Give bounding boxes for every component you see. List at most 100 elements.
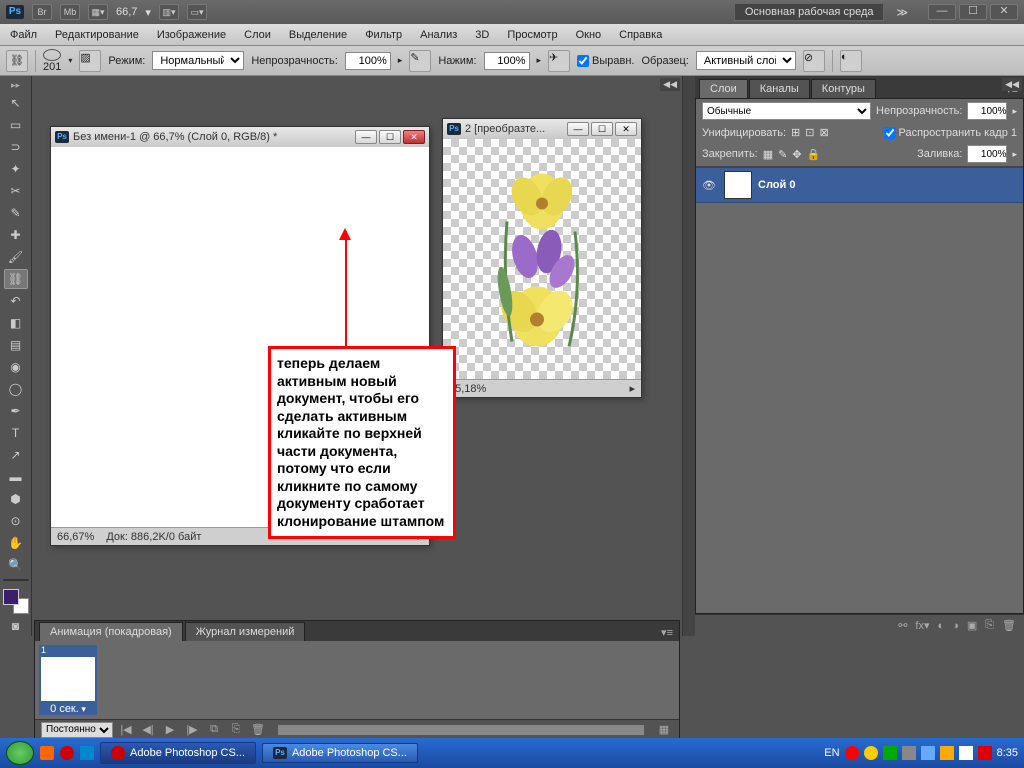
play-icon[interactable]: ▶ (161, 723, 179, 737)
layer-row[interactable]: 👁 Слой 0 (696, 167, 1023, 203)
workspace-selector[interactable]: Основная рабочая среда (734, 3, 885, 21)
tray-icon[interactable] (845, 746, 859, 760)
lock-paint-icon[interactable]: ✎ (778, 148, 787, 161)
layer-name[interactable]: Слой 0 (758, 179, 795, 191)
zoom-level[interactable]: 66,7 (116, 6, 137, 18)
opacity-pressure-icon[interactable]: ✎ (409, 50, 431, 72)
wand-tool-icon[interactable]: ✦ (4, 159, 28, 179)
collapsed-panel-strip[interactable] (683, 76, 695, 636)
menu-analysis[interactable]: Анализ (420, 29, 457, 41)
hand-tool-icon[interactable]: ✋ (4, 533, 28, 553)
next-frame-icon[interactable]: |▶ (183, 723, 201, 737)
menu-filter[interactable]: Фильтр (365, 29, 402, 41)
unify-pos-icon[interactable]: ⊞ (791, 126, 800, 139)
menu-3d[interactable]: 3D (475, 29, 489, 41)
tray-icon[interactable] (864, 746, 878, 760)
timeline-mode-icon[interactable]: ▦ (655, 723, 673, 737)
brush-tool-icon[interactable]: 🖌 (4, 247, 28, 267)
propagate-checkbox[interactable]: Распространить кадр 1 (884, 127, 1017, 139)
adjustment-layer-icon[interactable]: ◑ (952, 620, 959, 632)
taskbar-app-1[interactable]: Adobe Photoshop CS... (100, 742, 256, 764)
menu-edit[interactable]: Редактирование (55, 29, 139, 41)
extras-icon[interactable]: ▭▾ (187, 4, 207, 20)
crop-tool-icon[interactable]: ✂ (4, 181, 28, 201)
heal-tool-icon[interactable]: ✚ (4, 225, 28, 245)
layer-opacity-input[interactable] (967, 102, 1007, 120)
prev-frame-icon[interactable]: ◀| (139, 723, 157, 737)
3d-tool-icon[interactable]: ⬢ (4, 489, 28, 509)
document-titlebar-2[interactable]: Ps 2 [преобразте... — ☐ ✕ (443, 119, 641, 139)
history-brush-icon[interactable]: ↶ (4, 291, 28, 311)
menu-help[interactable]: Справка (619, 29, 662, 41)
tab-paths[interactable]: Контуры (811, 79, 876, 98)
flow-input[interactable] (484, 52, 530, 70)
doc1-maximize-icon[interactable]: ☐ (379, 130, 401, 144)
type-tool-icon[interactable]: T (4, 423, 28, 443)
duplicate-frame-icon[interactable]: ⎘ (227, 723, 245, 737)
sample-select[interactable]: Активный слой (696, 51, 796, 70)
tray-icon[interactable] (902, 746, 916, 760)
animation-frame[interactable]: 1 0 сек. ▾ (39, 645, 97, 715)
layer-blend-select[interactable]: Обычные (702, 102, 871, 120)
lock-all-icon[interactable]: 🔒 (807, 148, 821, 161)
tween-icon[interactable]: ⧉ (205, 723, 223, 737)
bridge-icon[interactable]: Br (32, 4, 52, 20)
link-layers-icon[interactable]: ⚯ (898, 619, 907, 632)
tray-icon[interactable] (959, 746, 973, 760)
window-maximize-icon[interactable]: ☐ (959, 4, 987, 20)
3d-camera-icon[interactable]: ⊙ (4, 511, 28, 531)
unify-vis-icon[interactable]: ⊡ (805, 126, 814, 139)
fg-color-swatch[interactable] (3, 589, 19, 605)
ignore-adjust-icon[interactable]: ⊘ (803, 50, 825, 72)
tab-channels[interactable]: Каналы (749, 79, 810, 98)
menu-image[interactable]: Изображение (157, 29, 226, 41)
layer-mask-icon[interactable]: ◐ (938, 620, 945, 632)
path-tool-icon[interactable]: ↗ (4, 445, 28, 465)
brush-preview[interactable]: 201 (43, 49, 61, 73)
tool-preset-icon[interactable]: ⛓ (6, 50, 28, 72)
quick-launch-icon-2[interactable] (80, 746, 94, 760)
document-canvas-2[interactable] (443, 139, 641, 379)
airbrush-icon[interactable]: ✈ (548, 50, 570, 72)
frame-thumbnail[interactable] (39, 655, 97, 703)
minibridge-icon[interactable]: Mb (60, 4, 80, 20)
first-frame-icon[interactable]: |◀ (117, 723, 135, 737)
doc2-maximize-icon[interactable]: ☐ (591, 122, 613, 136)
tablet-pressure-icon[interactable]: ◐ (840, 50, 862, 72)
window-minimize-icon[interactable]: — (928, 4, 956, 20)
doc1-zoom[interactable]: 66,67% (57, 531, 94, 543)
stamp-tool-icon[interactable]: ⛓ (4, 269, 28, 289)
delete-frame-icon[interactable]: 🗑 (249, 723, 267, 737)
window-close-icon[interactable]: ✕ (990, 4, 1018, 20)
aligned-checkbox[interactable]: Выравн. (577, 55, 634, 67)
menu-layer[interactable]: Слои (244, 29, 271, 41)
quickmask-icon[interactable]: ◙ (4, 616, 28, 636)
anim-scrollbar[interactable] (277, 724, 645, 736)
unify-style-icon[interactable]: ⊠ (819, 126, 828, 139)
taskbar-app-2[interactable]: Ps Adobe Photoshop CS... (262, 743, 418, 763)
lock-pos-icon[interactable]: ✥ (792, 148, 801, 161)
tab-measurements[interactable]: Журнал измерений (185, 622, 306, 641)
eyedropper-tool-icon[interactable]: ✎ (4, 203, 28, 223)
language-indicator[interactable]: EN (824, 747, 839, 759)
menu-view[interactable]: Просмотр (507, 29, 557, 41)
tray-icon[interactable] (940, 746, 954, 760)
layer-fill-input[interactable] (967, 145, 1007, 163)
layer-thumbnail[interactable] (724, 171, 752, 199)
lock-trans-icon[interactable]: ▦ (763, 148, 773, 161)
menu-file[interactable]: Файл (10, 29, 37, 41)
opera-icon[interactable] (60, 746, 74, 760)
layer-fx-icon[interactable]: fx▾ (915, 619, 929, 632)
screen-mode-icon[interactable]: ▦▾ (88, 4, 108, 20)
pen-tool-icon[interactable]: ✒ (4, 401, 28, 421)
shape-tool-icon[interactable]: ▬ (4, 467, 28, 487)
doc1-minimize-icon[interactable]: — (355, 130, 377, 144)
tab-animation[interactable]: Анимация (покадровая) (39, 622, 183, 641)
blur-tool-icon[interactable]: ◉ (4, 357, 28, 377)
collapse-left-icon[interactable]: ◀◀ (660, 78, 680, 91)
tray-icon[interactable] (883, 746, 897, 760)
new-layer-icon[interactable]: ⎘ (985, 619, 994, 632)
layer-visibility-icon[interactable]: 👁 (700, 179, 718, 192)
start-button[interactable] (6, 741, 34, 765)
move-tool-icon[interactable]: ↖ (4, 93, 28, 113)
